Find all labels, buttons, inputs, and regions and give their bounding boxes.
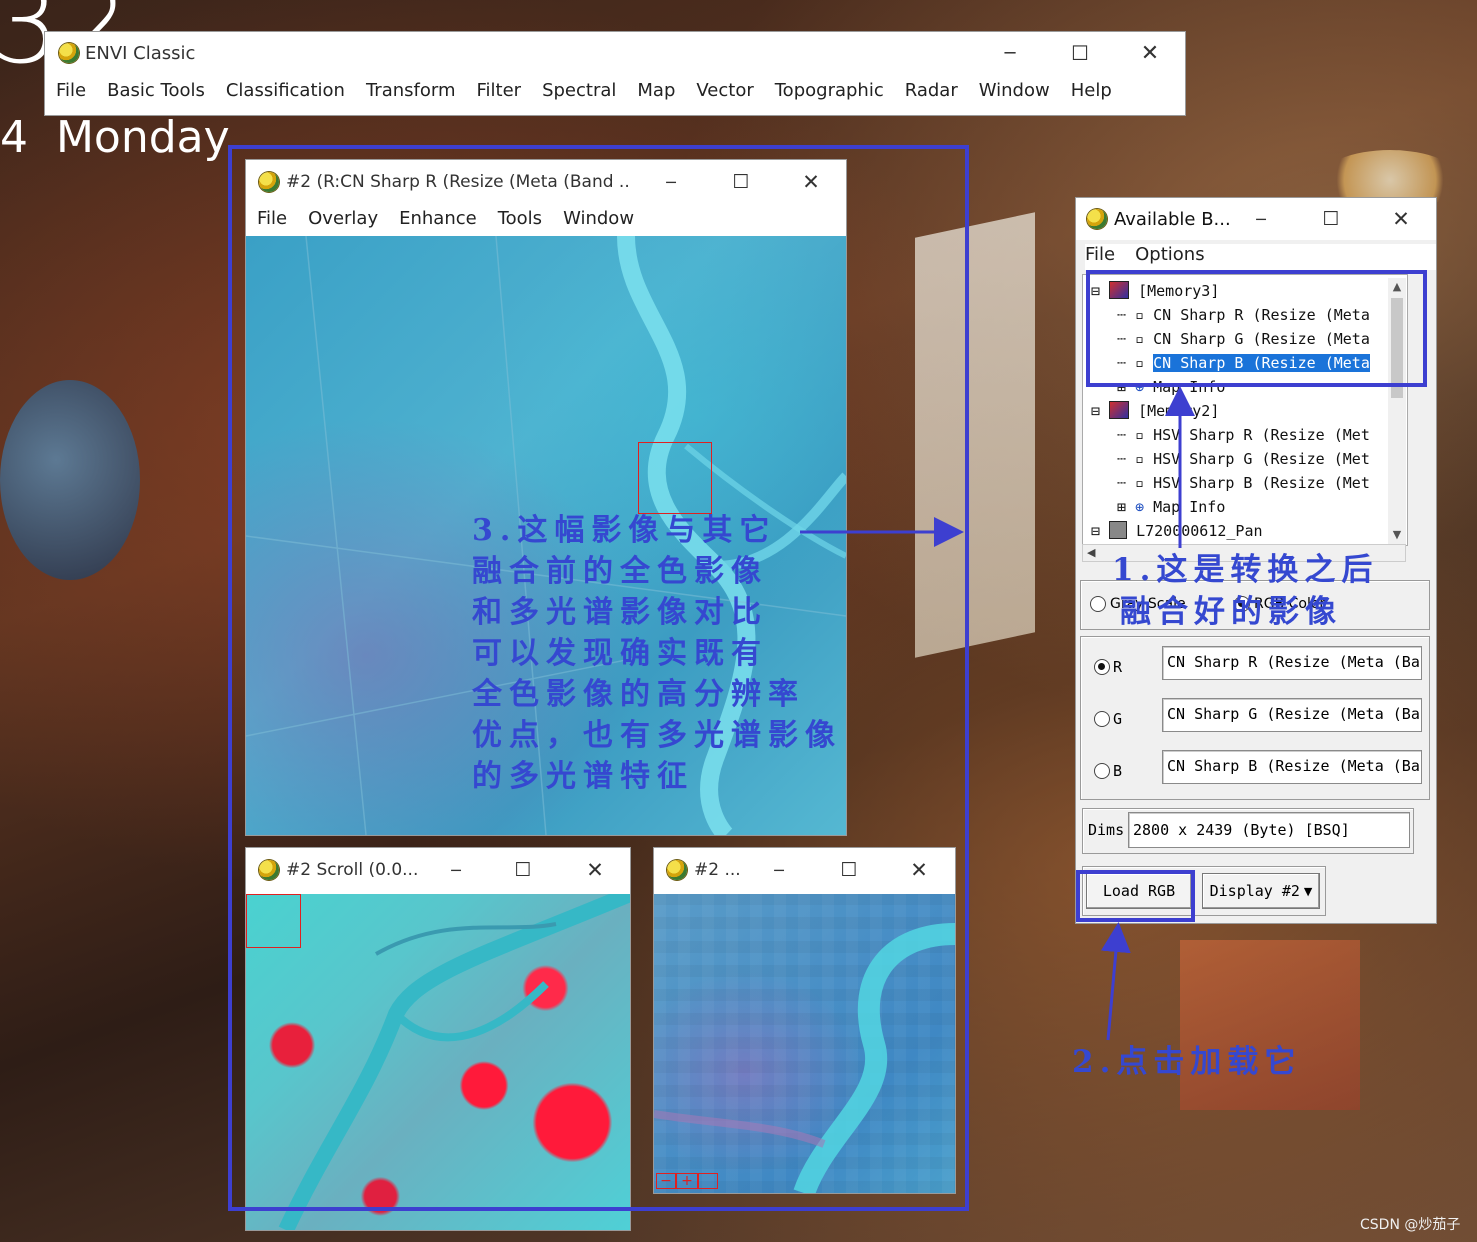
globe-icon: ⊕: [1135, 498, 1145, 516]
close-icon[interactable]: ✕: [1135, 32, 1165, 74]
maximize-icon[interactable]: ☐: [1316, 198, 1346, 240]
menu-radar[interactable]: Radar: [905, 80, 958, 106]
dims-label: Dims: [1088, 821, 1125, 839]
envi-logo-icon: [59, 43, 79, 63]
display-dropdown-label: Display #2: [1209, 882, 1300, 900]
menu-transform[interactable]: Transform: [366, 80, 456, 106]
image-icon: [1109, 521, 1128, 539]
close-icon[interactable]: ✕: [1386, 198, 1416, 240]
b-band-field[interactable]: CN Sharp B (Resize (Meta (Ba: [1162, 750, 1422, 784]
menu-file[interactable]: File: [56, 80, 86, 106]
bands-menu-options[interactable]: Options: [1135, 244, 1204, 270]
note-3-line: 融合前的全色影像: [472, 554, 768, 589]
bands-window-title: Available B...: [1114, 208, 1231, 230]
menu-spectral[interactable]: Spectral: [542, 80, 616, 106]
annotation-note-1-line-1: 1.这是转换之后: [1112, 552, 1379, 588]
tree-map-info-2[interactable]: ⊞ ⊕ Map Info: [1117, 495, 1225, 519]
wallpaper-balloon: [0, 380, 140, 580]
tree-node-memory2[interactable]: ⊟ [Memory2]: [1091, 399, 1219, 423]
menu-classification[interactable]: Classification: [226, 80, 345, 106]
dims-value: 2800 x 2439 (Byte) [BSQ]: [1128, 812, 1410, 848]
scroll-left-icon[interactable]: ◀: [1087, 545, 1095, 561]
menu-window[interactable]: Window: [979, 80, 1050, 106]
g-option[interactable]: G: [1094, 710, 1122, 728]
envi-logo-icon: [1087, 209, 1107, 229]
tree-band-hsv-r[interactable]: ┄ ▫ HSV Sharp R (Resize (Met: [1117, 423, 1370, 447]
tree-band-hsv-g[interactable]: ┄ ▫ HSV Sharp G (Resize (Met: [1117, 447, 1370, 471]
menu-filter[interactable]: Filter: [477, 80, 522, 106]
arrow-to-load-rgb: [1100, 922, 1131, 1041]
scroll-down-icon[interactable]: ▼: [1388, 526, 1406, 544]
note-3-line: 优点，也有多光谱影像: [472, 718, 842, 753]
annotation-note-2: 2.点击加载它: [1072, 1044, 1302, 1080]
bands-menu-file[interactable]: File: [1085, 244, 1115, 270]
display-dropdown[interactable]: Display #2 ▼: [1202, 873, 1320, 909]
minimize-icon[interactable]: ─: [1246, 198, 1276, 240]
watermark: CSDN @炒茄子: [1360, 1217, 1461, 1233]
menu-topographic[interactable]: Topographic: [775, 80, 884, 106]
r-band-field[interactable]: CN Sharp R (Resize (Meta (Ba: [1162, 646, 1422, 680]
annotation-note-3: 3.这幅影像与其它 融合前的全色影像 和多光谱影像对比 可以发现确实既有 全色影…: [472, 510, 842, 797]
annotation-note-1-line-2: 融合好的影像: [1120, 594, 1342, 630]
menu-basic-tools[interactable]: Basic Tools: [107, 80, 205, 106]
tree-node-pan[interactable]: ⊟ L720000612_Pan: [1091, 519, 1263, 543]
chevron-down-icon: ▼: [1303, 884, 1313, 898]
b-option[interactable]: B: [1094, 762, 1122, 780]
g-band-field[interactable]: CN Sharp G (Resize (Meta (Ba: [1162, 698, 1422, 732]
stack-icon: [1109, 401, 1130, 419]
minimize-icon[interactable]: ─: [995, 32, 1025, 74]
note-3-line: 可以发现确实既有: [472, 636, 768, 671]
g-radio[interactable]: [1094, 711, 1110, 727]
bands-menubar: File Options: [1085, 244, 1436, 270]
b-radio[interactable]: [1094, 763, 1110, 779]
wallpaper-poster-2: [1180, 940, 1360, 1110]
gray-scale-radio[interactable]: [1090, 596, 1106, 612]
menu-help[interactable]: Help: [1071, 80, 1112, 106]
menu-vector[interactable]: Vector: [696, 80, 753, 106]
note-3-line: 3.这幅影像与其它: [472, 513, 777, 548]
bands-titlebar[interactable]: Available B... ─ ☐ ✕: [1076, 198, 1436, 240]
r-radio[interactable]: [1094, 659, 1110, 675]
note-3-line: 的多光谱特征: [472, 759, 694, 794]
maximize-icon[interactable]: ☐: [1065, 32, 1095, 74]
note-3-line: 和多光谱影像对比: [472, 595, 768, 630]
annotation-box-load-rgb: [1076, 870, 1195, 922]
tree-band-hsv-b[interactable]: ┄ ▫ HSV Sharp B (Resize (Met: [1117, 471, 1370, 495]
envi-main-window: ENVI Classic ─ ☐ ✕ File Basic Tools Clas…: [45, 32, 1185, 115]
wallpaper-day: 4 Monday: [0, 112, 230, 163]
envi-menubar: File Basic Tools Classification Transfor…: [56, 80, 1185, 106]
menu-map[interactable]: Map: [637, 80, 675, 106]
window-title: ENVI Classic: [85, 42, 196, 64]
r-option[interactable]: R: [1094, 658, 1122, 676]
note-3-line: 全色影像的高分辨率: [472, 677, 805, 712]
envi-titlebar[interactable]: ENVI Classic ─ ☐ ✕: [45, 32, 1185, 74]
annotation-box-memory3: [1086, 270, 1427, 387]
